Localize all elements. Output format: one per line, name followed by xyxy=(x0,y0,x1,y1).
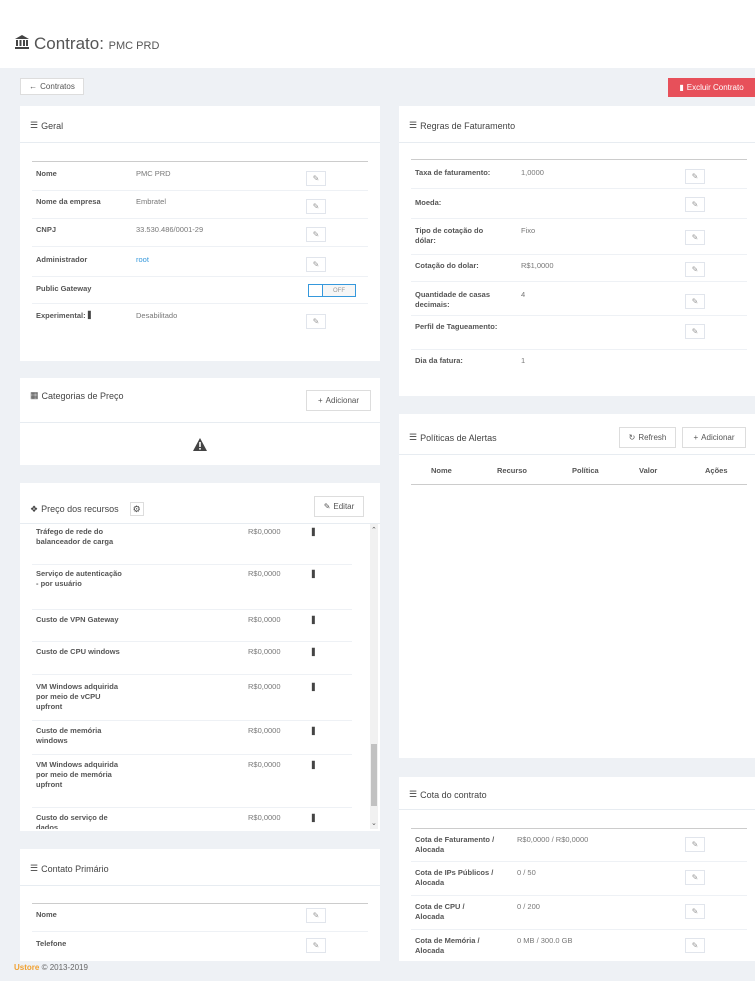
scrollbar-thumb[interactable] xyxy=(371,744,377,806)
list-icon: ☰ xyxy=(409,789,418,799)
edit-icon[interactable]: ✎ xyxy=(685,230,705,245)
info-icon: ❚ xyxy=(310,726,317,735)
regras-panel: ☰ Regras de Faturamento Taxa de faturamen… xyxy=(399,106,755,396)
edit-icon[interactable]: ✎ xyxy=(306,938,326,953)
chevron-down-icon[interactable]: ⌄ xyxy=(371,819,377,827)
edit-icon[interactable]: ✎ xyxy=(306,199,326,214)
refresh-button[interactable]: ↻ Refresh xyxy=(619,427,676,448)
cota-title: ☰ Cota do contrato xyxy=(409,789,487,800)
list-icon: ☰ xyxy=(409,432,418,442)
scrollbar[interactable]: ⌃ ⌄ xyxy=(370,524,378,829)
add-alert-button[interactable]: + Adicionar xyxy=(682,427,746,448)
plus-icon: + xyxy=(693,433,699,442)
categorias-panel: ▦ Categorias de Preço + Adicionar xyxy=(20,378,380,465)
edit-icon[interactable]: ✎ xyxy=(685,197,705,212)
categorias-title: ▦ Categorias de Preço xyxy=(30,390,124,401)
list-icon: ☰ xyxy=(30,120,39,130)
footer: Ustore © 2013-2019 xyxy=(14,963,88,972)
edit-icon[interactable]: ✎ xyxy=(685,870,705,885)
contato-title: ☰ Contato Primário xyxy=(30,863,109,874)
precos-title: ❖ Preço dos recursos ⚙ xyxy=(30,502,144,516)
edit-icon[interactable]: ✎ xyxy=(685,324,705,339)
info-icon: ❚ xyxy=(310,615,317,624)
list-icon: ☰ xyxy=(30,863,39,873)
info-icon: ❚ xyxy=(86,310,93,319)
back-button[interactable]: ← Contratos xyxy=(20,78,84,95)
trash-icon: ▮ xyxy=(679,83,684,92)
plus-icon: + xyxy=(317,396,323,405)
edit-icon[interactable]: ✎ xyxy=(685,169,705,184)
admin-link[interactable]: root xyxy=(136,255,149,265)
edit-icon[interactable]: ✎ xyxy=(306,314,326,329)
column-header[interactable]: Política xyxy=(572,466,599,475)
edit-icon[interactable]: ✎ xyxy=(306,257,326,272)
table-icon: ▦ xyxy=(30,390,39,400)
page-title: Contrato: PMC PRD xyxy=(34,34,160,53)
delete-contract-button[interactable]: ▮ Excluir Contrato xyxy=(668,78,755,97)
alertas-panel: ☰ Políticas de Alertas ↻ Refresh + Adiciona… xyxy=(399,414,755,758)
edit-icon[interactable]: ✎ xyxy=(306,171,326,186)
precos-panel: ❖ Preço dos recursos ⚙ ✎ Editar Tráfego de … xyxy=(20,483,380,831)
column-header[interactable]: Valor xyxy=(639,466,657,475)
info-icon: ❚ xyxy=(310,682,317,691)
cota-panel: ☰ Cota do contrato Cota de Faturamento / … xyxy=(399,777,755,961)
edit-icon[interactable]: ✎ xyxy=(685,938,705,953)
page-header: Contrato: PMC PRD xyxy=(0,0,755,68)
edit-icon[interactable]: ✎ xyxy=(685,837,705,852)
column-header[interactable]: Nome xyxy=(431,466,452,475)
info-icon: ❚ xyxy=(310,760,317,769)
edit-icon[interactable]: ✎ xyxy=(306,227,326,242)
info-icon: ❚ xyxy=(310,813,317,822)
edit-icon[interactable]: ✎ xyxy=(685,262,705,277)
info-icon: ❚ xyxy=(310,527,317,536)
edit-prices-button[interactable]: ✎ Editar xyxy=(314,496,364,517)
geral-panel: ☰ Geral Nome PMC PRD ✎ Nome da empresa Embra… xyxy=(20,106,380,361)
institution-icon xyxy=(15,35,29,49)
tags-icon: ❖ xyxy=(30,503,39,514)
brand-link[interactable]: Ustore xyxy=(14,963,39,972)
column-header: Ações xyxy=(705,466,728,475)
refresh-icon: ↻ xyxy=(628,433,636,442)
warning-icon xyxy=(193,438,207,451)
gear-icon[interactable]: ⚙ xyxy=(129,502,144,516)
alertas-title: ☰ Políticas de Alertas xyxy=(409,432,497,443)
edit-icon[interactable]: ✎ xyxy=(306,908,326,923)
regras-title: ☰ Regras de Faturamento xyxy=(409,120,516,131)
contato-panel: ☰ Contato Primário Nome ✎ Telefone ✎ xyxy=(20,849,380,961)
add-category-button[interactable]: + Adicionar xyxy=(306,390,371,411)
geral-title: ☰ Geral xyxy=(30,120,64,131)
edit-icon[interactable]: ✎ xyxy=(685,294,705,309)
column-header[interactable]: Recurso xyxy=(497,466,527,475)
edit-icon[interactable]: ✎ xyxy=(685,904,705,919)
info-icon: ❚ xyxy=(310,647,317,656)
price-list[interactable]: Tráfego de rede do balanceador de carga R… xyxy=(20,524,380,829)
chevron-up-icon[interactable]: ⌃ xyxy=(371,526,377,534)
public-gateway-toggle[interactable]: OFF xyxy=(308,284,356,297)
pencil-icon: ✎ xyxy=(323,502,331,511)
info-icon: ❚ xyxy=(310,569,317,578)
arrow-left-icon: ← xyxy=(29,82,38,91)
contract-name: PMC PRD xyxy=(108,40,160,52)
list-icon: ☰ xyxy=(409,120,418,130)
